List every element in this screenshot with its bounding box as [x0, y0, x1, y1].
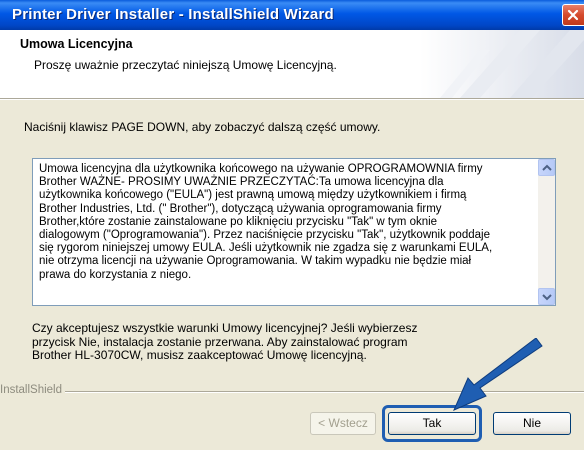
header-graphic-icon: [420, 30, 584, 98]
close-button[interactable]: [562, 4, 584, 26]
title-bar[interactable]: Printer Driver Installer - InstallShield…: [0, 0, 584, 30]
chevron-down-icon: [542, 294, 552, 301]
header-title: Umowa Licencyjna: [20, 37, 133, 51]
installshield-label: InstallShield: [0, 384, 66, 396]
license-text: Umowa licencyjna dla użytkownika końcowe…: [39, 163, 493, 281]
window-title: Printer Driver Installer - InstallShield…: [12, 6, 334, 23]
back-button[interactable]: < Wstecz: [310, 412, 376, 435]
scroll-down-button[interactable]: [538, 288, 555, 305]
header-divider: [0, 98, 584, 100]
header-subtitle: Proszę uważnie przeczytać niniejszą Umow…: [34, 58, 337, 72]
chevron-up-icon: [542, 164, 552, 171]
close-icon: [567, 9, 579, 21]
pointer-arrow-icon: [453, 338, 543, 411]
scroll-up-button[interactable]: [538, 159, 555, 176]
license-textbox[interactable]: Umowa licencyjna dla użytkownika końcowe…: [32, 158, 556, 306]
installer-window: Printer Driver Installer - InstallShield…: [0, 0, 584, 450]
wizard-header: Umowa Licencyjna Proszę uważnie przeczyt…: [0, 30, 584, 98]
instruction-text: Naciśnij klawisz PAGE DOWN, aby zobaczyć…: [24, 120, 381, 134]
license-scrollbar[interactable]: [538, 159, 555, 305]
